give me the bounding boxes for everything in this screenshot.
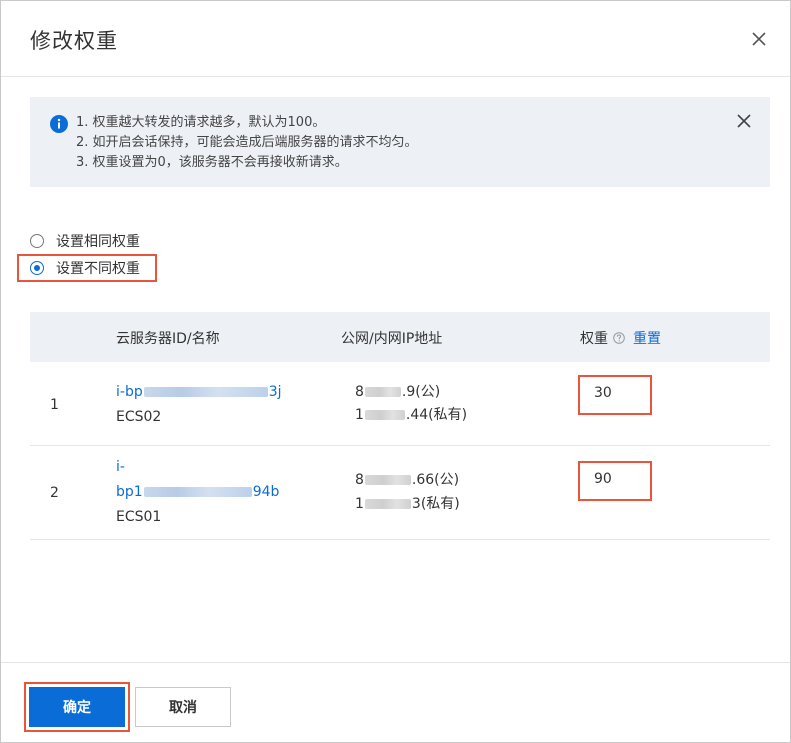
help-icon[interactable] [613, 332, 625, 344]
reset-link[interactable]: 重置 [633, 331, 661, 347]
column-header-ip: 公网/内网IP地址 [341, 331, 443, 347]
public-ip: 8 .9(公) [355, 381, 440, 403]
modify-weight-dialog: 修改权重 1. 权重越大转发的请求越多，默认为100。 2. 如开启会话保持，可… [0, 0, 791, 743]
instance-id-prefix[interactable]: bp1 [116, 484, 143, 500]
private-ip: 1 3(私有) [355, 493, 460, 515]
table-header: 云服务器ID/名称 公网/内网IP地址 权重 重置 [30, 312, 770, 362]
redacted-text [364, 475, 411, 485]
row-index: 2 [50, 485, 59, 501]
ip-prefix: 8 [355, 384, 364, 400]
instance-id-prefix[interactable]: i-bp [116, 384, 143, 400]
instance-id-link[interactable]: bp1 94b [116, 481, 279, 503]
notice-close-icon[interactable] [736, 113, 752, 129]
notice-line: 3. 权重设置为0，该服务器不会再接收新请求。 [76, 155, 348, 170]
dialog-footer: 确定 取消 [1, 662, 790, 743]
radio-label: 设置相同权重 [56, 234, 140, 250]
instance-id-line1[interactable]: i- [116, 456, 125, 478]
radio-different-weight[interactable]: 设置不同权重 [30, 257, 140, 279]
ip-prefix: 8 [355, 472, 364, 488]
instance-id-suffix[interactable]: 94b [253, 484, 280, 500]
row-index: 1 [50, 397, 59, 413]
redacted-text [364, 387, 401, 397]
column-header-weight: 权重 重置 [580, 328, 661, 348]
table-row: 2 i- bp1 94b ECS01 8 .66(公) 1 3(私有) 90 [30, 445, 770, 540]
weight-input[interactable]: 90 [578, 461, 652, 501]
ip-suffix: .9(公) [401, 384, 441, 400]
notice-text: 1. 权重越大转发的请求越多，默认为100。 2. 如开启会话保持，可能会造成后… [76, 113, 418, 173]
radio-label: 设置不同权重 [56, 261, 140, 277]
redacted-text [143, 487, 252, 497]
confirm-button[interactable]: 确定 [29, 687, 125, 727]
info-notice: 1. 权重越大转发的请求越多，默认为100。 2. 如开启会话保持，可能会造成后… [30, 97, 770, 187]
ip-prefix: 1 [355, 496, 364, 512]
instance-id-suffix[interactable]: 3j [269, 384, 282, 400]
notice-line: 1. 权重越大转发的请求越多，默认为100。 [76, 115, 326, 130]
info-icon [50, 115, 68, 133]
dialog-title: 修改权重 [30, 29, 118, 53]
private-ip: 1 .44(私有) [355, 404, 467, 426]
redacted-text [143, 387, 268, 397]
instance-name: ECS01 [116, 509, 162, 525]
radio-button-checked[interactable] [30, 261, 44, 275]
redacted-text [364, 499, 411, 509]
weight-input[interactable]: 30 [578, 375, 652, 415]
ip-prefix: 1 [355, 407, 364, 423]
redacted-text [364, 410, 405, 420]
instance-id-link[interactable]: i-bp 3j [116, 381, 282, 403]
instance-name: ECS02 [116, 409, 162, 425]
table-row: 1 i-bp 3j ECS02 8 .9(公) 1 .44(私有) 30 [30, 362, 770, 446]
ip-suffix: .66(公) [411, 472, 460, 488]
ip-suffix: .44(私有) [405, 407, 468, 423]
close-icon[interactable] [748, 28, 770, 50]
public-ip: 8 .66(公) [355, 469, 459, 491]
weight-header-label: 权重 [580, 331, 608, 347]
radio-same-weight[interactable]: 设置相同权重 [30, 230, 140, 252]
ip-suffix: 3(私有) [411, 496, 460, 512]
radio-button[interactable] [30, 234, 44, 248]
dialog-header: 修改权重 [1, 1, 790, 77]
notice-line: 2. 如开启会话保持，可能会造成后端服务器的请求不均匀。 [76, 135, 418, 150]
column-header-id-name: 云服务器ID/名称 [116, 331, 220, 347]
cancel-button[interactable]: 取消 [135, 687, 231, 727]
